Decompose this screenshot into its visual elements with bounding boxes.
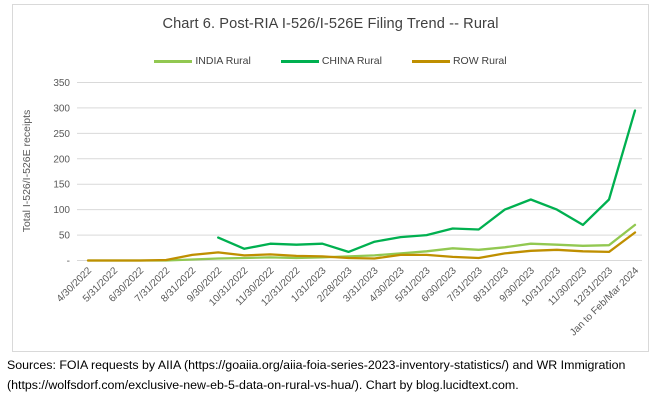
y-tick-labels: - 50 100 150 200 250 300 350: [53, 78, 70, 267]
legend-label-row-rural: ROW Rural: [453, 55, 507, 67]
legend-label-china-rural: CHINA Rural: [322, 55, 382, 67]
y-tick-label-150: 150: [53, 180, 70, 191]
y-gridlines: [77, 83, 642, 261]
legend-swatch-china-rural: [281, 60, 319, 63]
x-tick-labels: 4/30/20225/31/20226/30/20227/31/20228/31…: [55, 265, 642, 338]
y-tick-label-100: 100: [53, 205, 70, 216]
page: - 50 100 150 200 250 300 350 Total I-526/I-526E …: [0, 0, 655, 400]
legend-swatch-row-rural: [412, 60, 450, 63]
legend-label-india-rural: INDIA Rural: [195, 55, 250, 67]
y-tick-label-200: 200: [53, 154, 70, 165]
chart-legend: INDIA Rural CHINA Rural ROW Rural: [13, 55, 648, 67]
series-line-india-rural: [88, 225, 635, 261]
source-note-line1: Sources: FOIA requests by AIIA (https://…: [7, 356, 652, 376]
y-axis-title: Total I-526/I-526E receipts: [21, 110, 33, 233]
legend-item-china-rural: CHINA Rural: [281, 55, 382, 67]
y-tick-label-0: -: [67, 256, 70, 267]
series-line-china-rural: [218, 111, 635, 252]
legend-item-row-rural: ROW Rural: [412, 55, 507, 67]
chart-container: - 50 100 150 200 250 300 350 Total I-526/I-526E …: [12, 4, 649, 352]
source-note-line2: (https://wolfsdorf.com/exclusive-new-eb-…: [7, 376, 652, 396]
source-note: Sources: FOIA requests by AIIA (https://…: [7, 356, 652, 395]
y-tick-label-250: 250: [53, 129, 70, 140]
legend-swatch-india-rural: [154, 60, 192, 63]
y-tick-label-350: 350: [53, 78, 70, 89]
legend-item-india-rural: INDIA Rural: [154, 55, 250, 67]
chart-title: Chart 6. Post-RIA I-526/I-526E Filing Tr…: [13, 16, 648, 32]
y-tick-label-50: 50: [59, 231, 71, 242]
y-tick-label-300: 300: [53, 103, 70, 114]
